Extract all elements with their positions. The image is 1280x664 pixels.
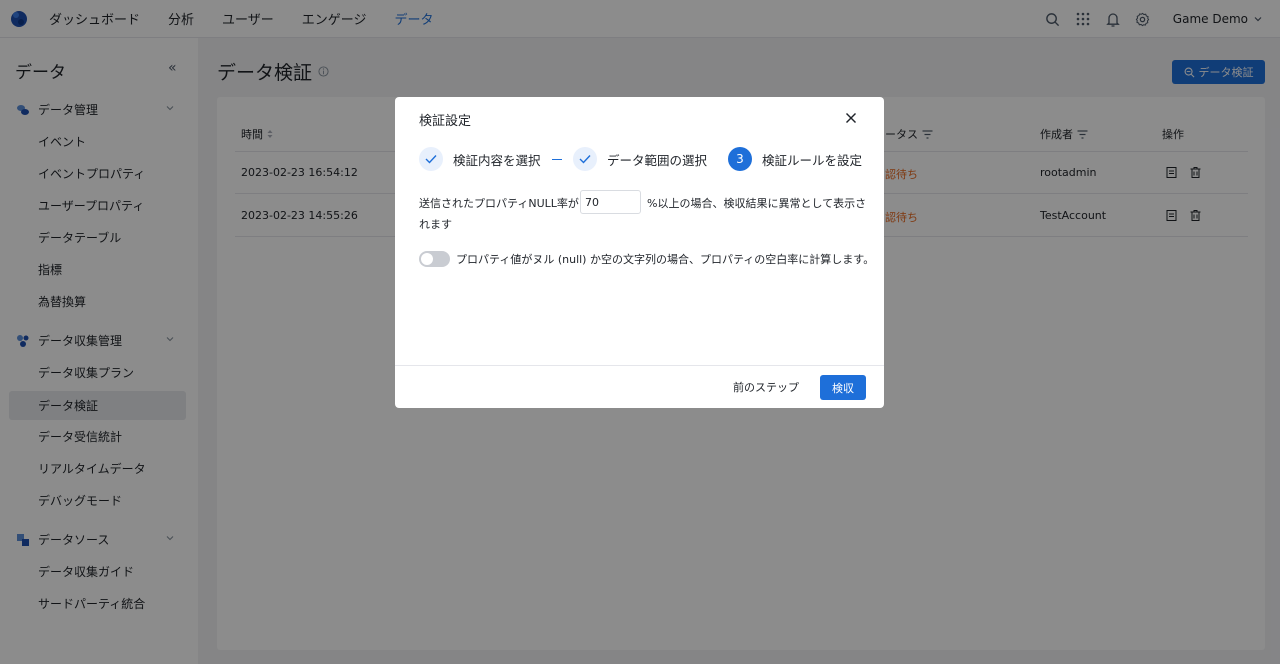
null-as-blank-toggle[interactable]	[419, 251, 450, 267]
rule-prefix-text: 送信されたプロパティNULL率が	[419, 197, 579, 210]
toggle-knob	[421, 253, 433, 265]
step-connector	[552, 159, 562, 160]
dialog-footer-divider	[395, 365, 884, 366]
step-label: 検証内容を選択	[453, 152, 541, 168]
toggle-label: プロパティ値がヌル (null) か空の文字列の場合、プロパティの空白率に計算し…	[456, 253, 875, 266]
step-set-rules[interactable]: 3 検証ルールを設定	[728, 147, 862, 171]
previous-step-button[interactable]: 前のステップ	[733, 377, 799, 399]
dialog-title: 検証設定	[419, 114, 472, 129]
close-icon[interactable]	[845, 112, 857, 124]
step-number: 3	[728, 147, 752, 171]
step-select-range[interactable]: データ範囲の選択	[573, 147, 707, 171]
step-done-indicator	[419, 147, 443, 171]
step-label: 検証ルールを設定	[762, 152, 863, 168]
check-icon	[579, 155, 591, 164]
null-rate-input[interactable]	[580, 190, 641, 214]
verification-settings-dialog: 検証設定 検証内容を選択 データ範囲の選択 3 検証ルールを設定 送信されたプロ…	[395, 97, 884, 408]
step-done-indicator	[573, 147, 597, 171]
rule-suffix-text: %以上の場合、検収結果に異常として表示さ	[647, 197, 867, 210]
step-select-content[interactable]: 検証内容を選択	[419, 147, 541, 171]
verify-button[interactable]: 検収	[820, 375, 866, 400]
check-icon	[425, 155, 437, 164]
rule-suffix-text-continued: れます	[419, 218, 452, 231]
step-label: データ範囲の選択	[607, 152, 708, 168]
